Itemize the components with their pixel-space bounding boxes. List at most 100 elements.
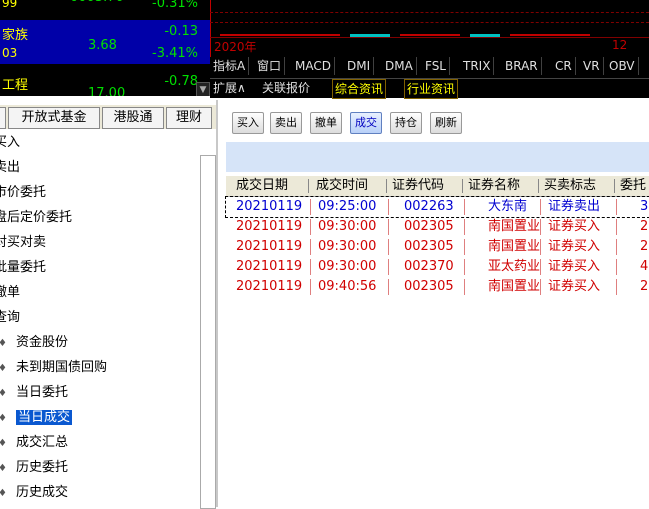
news-tab[interactable]: 综合资讯 [332,79,387,99]
quote-name: 工程 [2,78,29,93]
trade-toolbar: 买入 卖出 撤单 成交 持仓 刷新 [226,108,649,140]
column-header-name[interactable]: 证券名称 [468,176,520,196]
tree-item-query[interactable]: 查询 [0,308,20,328]
indicator-tab[interactable]: FSL [422,57,450,75]
cell-code: 002263 [404,199,454,214]
quote-row-selected[interactable]: 家族 03 3.68 -0.13 -3.41% [0,20,210,64]
positions-button[interactable]: 持仓 [390,112,422,134]
cell-time: 09:30:00 [318,239,377,254]
stock-quote-panel: 99 0003.70 -0.31% 家族 03 3.68 -0.13 -3.41… [0,0,210,96]
info-strip [226,142,649,172]
trades-button[interactable]: 成交 [350,112,382,134]
tree-leaf-icon: ♦ [0,363,7,374]
tree-sub-label: 历史委托 [16,460,69,475]
cell-divider [540,259,541,275]
tree-sub-item-selected[interactable]: ♦ 当日成交 [0,408,73,428]
chart-period-label: 12 [612,38,628,52]
cell-date: 20210119 [236,279,303,294]
tree-sub-label: 当日委托 [16,385,69,400]
cell-code: 002305 [404,239,454,254]
cell-date: 20210119 [236,239,303,254]
tree-leaf-icon: ♦ [0,388,7,399]
column-header-side[interactable]: 买卖标志 [544,176,596,196]
tree-item-cancel[interactable]: 撤单 [0,283,20,303]
tree-sub-item[interactable]: ♦ 资金股份 [0,333,68,353]
tree-item-batch-order[interactable]: 批量委托 [0,258,46,278]
indicator-tab[interactable]: 窗口 [254,57,286,75]
cell-code: 002305 [404,279,454,294]
tree-sub-item[interactable]: ♦ 未到期国债回购 [0,358,107,378]
buy-button[interactable]: 买入 [232,112,264,134]
tree-item-matched-trade[interactable]: 对买对卖 [0,233,46,253]
quote-row[interactable]: 工程 17.00 -0.78 [0,68,210,96]
tree-sub-label: 成交汇总 [16,435,69,450]
tree-sub-item[interactable]: ♦ 历史成交 [0,483,68,503]
column-header-order[interactable]: 委托 [620,176,646,196]
cell-date: 20210119 [236,199,303,214]
indicator-tab[interactable]: 指标A [210,57,250,75]
cell-name: 南国置业 [488,219,541,234]
cell-order: 3 [640,199,649,214]
refresh-button[interactable]: 刷新 [430,112,462,134]
cell-name: 大东南 [488,199,528,214]
tree-item-after-hours[interactable]: 盘后定价委托 [0,208,72,228]
quote-price: 3.68 [88,38,117,53]
column-header-time[interactable]: 成交时间 [316,176,368,196]
tree-sub-item[interactable]: ♦ 当日委托 [0,383,68,403]
indicator-tab[interactable]: BRAR [502,57,542,75]
column-header-code[interactable]: 证券代码 [392,176,444,196]
tree-scrollbar[interactable] [200,155,216,509]
tree-leaf-icon: ♦ [0,338,7,349]
indicator-tab[interactable]: MACD [292,57,335,75]
indicator-tab[interactable]: DMA [382,57,417,75]
indicator-tab[interactable]: CR [552,57,576,75]
table-row[interactable]: 20210119 09:25:00 002263 大东南 证券卖出 3 [225,196,649,218]
cell-time: 09:30:00 [318,219,377,234]
table-row[interactable]: 20210119 09:30:00 002305 南国置业 证券买入 2 [226,237,649,257]
cell-side: 证券买入 [548,219,601,234]
table-row[interactable]: 20210119 09:40:56 002305 南国置业 证券买入 2 [226,277,649,297]
scroll-down-icon[interactable]: ▼ [196,82,210,96]
indicator-tab[interactable]: VR [580,57,604,75]
tree-leaf-icon: ♦ [0,438,7,449]
cell-divider [540,199,541,215]
industry-news-tab[interactable]: 行业资讯 [404,79,459,99]
cell-code: 002305 [404,219,454,234]
cell-divider [464,199,465,215]
indicator-tab[interactable]: TRIX [460,57,495,75]
tree-sub-item[interactable]: ♦ 成交汇总 [0,433,68,453]
cell-divider [464,279,465,295]
tree-item-market-order[interactable]: 市价委托 [0,183,46,203]
chart-baseline [210,37,649,38]
cell-divider [388,219,389,235]
quote-code: 99 [2,0,18,10]
cell-time: 09:25:00 [318,199,377,214]
cell-divider [310,259,311,275]
sell-button[interactable]: 卖出 [270,112,302,134]
table-row[interactable]: 20210119 09:30:00 002305 南国置业 证券买入 2 [226,217,649,237]
tree-item-buy[interactable]: 买入 [0,133,20,153]
cancel-order-button[interactable]: 撤单 [310,112,342,134]
tab-wealth[interactable]: 理财 [166,107,212,129]
cell-time: 09:30:00 [318,259,377,274]
expand-toggle[interactable]: 扩展∧ [213,79,246,97]
quote-row[interactable]: 99 0003.70 -0.31% [0,0,210,12]
table-row[interactable]: 20210119 09:30:00 002370 亚太药业 证券买入 4 [226,257,649,277]
tree-item-sell[interactable]: 卖出 [0,158,20,178]
cell-time: 09:40:56 [318,279,377,294]
indicator-tab[interactable]: DMI [344,57,375,75]
column-header-date[interactable]: 成交日期 [236,176,288,196]
indicator-tab[interactable]: OBV [606,57,639,75]
tab-stub[interactable] [0,107,6,129]
cell-divider [310,199,311,215]
quote-change-pct: -0.31% [152,0,198,11]
panel-splitter[interactable] [216,100,218,507]
tab-open-fund[interactable]: 开放式基金 [8,107,100,129]
related-quote-tab[interactable]: 关联报价 [262,79,310,97]
cell-side: 证券买入 [548,259,601,274]
tab-hk-connect[interactable]: 港股通 [102,107,164,129]
cell-divider [616,239,617,255]
cell-divider [310,239,311,255]
tree-sub-item[interactable]: ♦ 历史委托 [0,458,68,478]
cell-name: 亚太药业 [488,259,541,274]
